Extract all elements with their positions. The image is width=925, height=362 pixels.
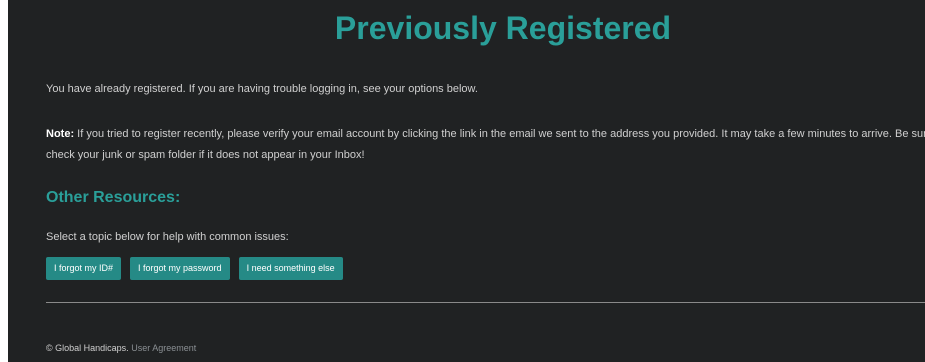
note-text: If you tried to register recently, pleas…: [46, 128, 925, 161]
copyright-text: © Global Handicaps.: [46, 343, 129, 353]
footer: © Global Handicaps. User Agreement: [46, 342, 196, 354]
page-panel: Previously Registered You have already r…: [8, 0, 925, 362]
forgot-id-button[interactable]: I forgot my ID#: [46, 257, 122, 280]
note-paragraph: Note: If you tried to register recently,…: [46, 124, 925, 166]
need-something-else-button[interactable]: I need something else: [238, 257, 343, 280]
intro-text: You have already registered. If you are …: [46, 83, 478, 95]
help-button-row: I forgot my ID# I forgot my password I n…: [46, 257, 343, 280]
note-label: Note:: [46, 128, 75, 140]
user-agreement-link[interactable]: User Agreement: [131, 343, 196, 353]
page-title: Previously Registered: [334, 10, 672, 46]
other-resources-heading: Other Resources:: [46, 189, 181, 206]
footer-divider: [46, 302, 925, 303]
forgot-password-button[interactable]: I forgot my password: [130, 257, 230, 280]
select-topic-text: Select a topic below for help with commo…: [46, 231, 289, 243]
